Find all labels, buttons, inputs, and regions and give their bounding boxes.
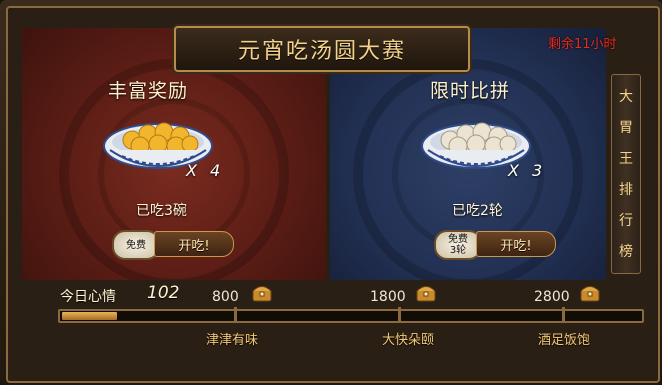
free-badge: 免费 [112,230,160,260]
rounds-eaten-count: 已吃2轮 [452,203,503,219]
mood-progress-fill [62,312,117,320]
leaderboard-char: 大 [619,88,633,105]
leaderboard-char: 排 [619,181,633,198]
treasure-chest-icon[interactable] [580,284,600,302]
milestone-name: 大快朵颐 [382,333,435,348]
event-title-plate: 元宵吃汤圆大赛 [174,26,470,72]
mood-value: 102 [147,283,180,303]
mood-progress-section: 今日心情 102 800 1800 2800 津津有味 大快朵颐 酒足饭饱 [22,282,644,372]
leaderboard-char: 榜 [619,243,633,260]
treasure-chest-icon[interactable] [252,284,272,302]
treasure-chest-icon[interactable] [416,284,436,302]
milestone-value: 1800 [370,289,406,305]
milestone-value: 2800 [534,289,570,305]
leaderboard-char: 王 [619,150,633,167]
milestone-tick [398,307,401,323]
eat-button-rewards[interactable]: 开吃! [154,231,234,257]
milestone-name: 酒足饭饱 [538,333,591,348]
free-rounds-count: 3轮 [449,245,467,256]
free-badge-label: 免费 [126,239,146,251]
mood-progress-bar [58,309,644,323]
leaderboard-tab[interactable]: 大 胃 王 排 行 榜 [611,74,641,274]
milestone-value: 800 [212,289,239,305]
free-badge-label: 免费 [448,234,468,245]
milestone-tick [234,307,237,323]
bowls-eaten-count: 已吃3碗 [136,203,187,219]
reward-quantity: X 4 [186,161,225,180]
free-rounds-badge: 免费 3轮 [434,230,482,260]
competition-quantity: X 3 [508,161,547,180]
event-window: 元宵吃汤圆大赛 剩余11小时 丰富奖励 X 4 已吃3碗 免费 开吃! 限时比拼 [0,0,662,385]
competition-title: 限时比拼 [430,80,511,102]
milestone-tick [562,307,565,323]
rewards-title: 丰富奖励 [108,80,189,102]
leaderboard-char: 行 [619,212,633,229]
event-title: 元宵吃汤圆大赛 [237,39,406,64]
leaderboard-char: 胃 [619,119,633,136]
eat-button-competition[interactable]: 开吃! [476,231,556,257]
remaining-time: 剩余11小时 [548,37,617,52]
milestone-name: 津津有味 [206,333,259,348]
mood-label: 今日心情 [60,289,116,305]
